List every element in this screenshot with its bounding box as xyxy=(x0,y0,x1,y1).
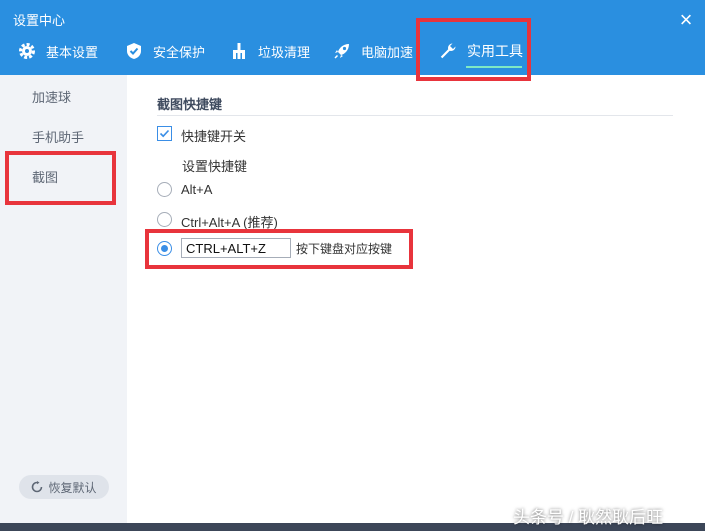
sidebar-item-screenshot[interactable]: 截图 xyxy=(32,167,58,186)
tab-label: 实用工具 xyxy=(467,43,523,59)
hotkey-option-ctrl-alt-a-radio[interactable] xyxy=(157,212,172,227)
section-divider xyxy=(157,115,673,116)
gear-icon xyxy=(18,42,36,60)
sidebar: 加速球 手机助手 截图 xyxy=(0,75,127,523)
custom-hotkey-hint: 按下键盘对应按键 xyxy=(296,242,393,256)
hotkey-option-alt-a-label: Alt+A xyxy=(181,182,213,197)
section-title: 截图快捷键 xyxy=(157,97,223,112)
reset-defaults-button[interactable]: 恢复默认 xyxy=(19,475,109,499)
sidebar-item-phone-assistant[interactable]: 手机助手 xyxy=(32,127,84,146)
tab-label: 垃圾清理 xyxy=(258,44,311,60)
active-tab-underline xyxy=(466,66,522,68)
refresh-icon xyxy=(31,481,43,493)
set-hotkey-label: 设置快捷键 xyxy=(182,159,248,174)
header-bar: 设置中心 × 基本设置 安全保护 垃圾清理 电脑加速 实用工具 xyxy=(0,0,705,75)
custom-hotkey-input[interactable] xyxy=(181,238,291,258)
window-title: 设置中心 xyxy=(13,13,66,28)
hotkey-toggle-checkbox[interactable] xyxy=(157,126,172,141)
hotkey-option-alt-a-radio[interactable] xyxy=(157,182,172,197)
settings-window: 设置中心 × 基本设置 安全保护 垃圾清理 电脑加速 实用工具 加速球 手机助手… xyxy=(0,0,705,523)
tab-utilities[interactable]: 实用工具 xyxy=(439,35,523,67)
radio-selected-dot xyxy=(161,245,168,252)
hotkey-option-custom-radio[interactable] xyxy=(157,241,172,256)
close-button[interactable]: × xyxy=(676,9,696,31)
tab-pc-boost[interactable]: 电脑加速 xyxy=(333,35,413,67)
hotkey-toggle-label: 快捷键开关 xyxy=(181,129,247,144)
tab-basic-settings[interactable]: 基本设置 xyxy=(18,35,98,67)
tab-label: 安全保护 xyxy=(153,44,206,60)
hotkey-option-ctrl-alt-a-label: Ctrl+Alt+A (推荐) xyxy=(181,215,278,230)
screenshot-settings-panel: 截图快捷键 快捷键开关 设置快捷键 Alt+A Ctrl+Alt+A (推荐) … xyxy=(127,75,705,523)
tab-label: 电脑加速 xyxy=(361,44,414,60)
wrench-icon xyxy=(439,42,457,60)
tab-junk-cleanup[interactable]: 垃圾清理 xyxy=(230,35,310,67)
tab-security[interactable]: 安全保护 xyxy=(125,35,205,67)
rocket-icon xyxy=(333,42,351,60)
reset-defaults-label: 恢复默认 xyxy=(48,480,97,495)
check-icon xyxy=(159,129,170,138)
tab-label: 基本设置 xyxy=(46,44,99,60)
watermark-text: 头条号 / 耿然耿后旺 xyxy=(513,508,664,527)
broom-icon xyxy=(230,42,248,60)
sidebar-item-speed-ball[interactable]: 加速球 xyxy=(32,87,71,106)
shield-icon xyxy=(125,42,143,60)
